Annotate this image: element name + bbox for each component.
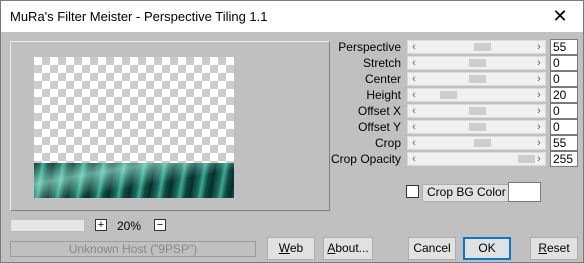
- param-slider[interactable]: ‹ ›: [407, 72, 546, 86]
- param-label: Center: [364, 72, 401, 86]
- right-arrow-icon[interactable]: ›: [533, 152, 545, 166]
- crop-bg-checkbox[interactable]: [406, 185, 419, 198]
- right-arrow-icon[interactable]: ›: [533, 88, 545, 102]
- param-slider[interactable]: ‹ ›: [407, 88, 546, 102]
- param-label: Stretch: [362, 56, 401, 70]
- zoom-slider[interactable]: [10, 219, 85, 232]
- left-arrow-icon[interactable]: ‹: [408, 88, 420, 102]
- zoom-in-button[interactable]: +: [95, 219, 107, 231]
- zoom-out-button[interactable]: −: [154, 219, 166, 231]
- param-label: Height: [366, 88, 401, 102]
- param-row: Perspective ‹ › 55: [1, 39, 584, 55]
- left-arrow-icon[interactable]: ‹: [408, 136, 420, 150]
- title-bar: MuRa's Filter Meister - Perspective Tili…: [1, 1, 583, 32]
- param-label: Offset X: [357, 104, 401, 118]
- slider-thumb[interactable]: [440, 91, 457, 99]
- param-slider[interactable]: ‹ ›: [407, 152, 546, 166]
- window-title: MuRa's Filter Meister - Perspective Tili…: [10, 9, 268, 24]
- web-button[interactable]: Web: [267, 237, 315, 260]
- left-arrow-icon[interactable]: ‹: [408, 104, 420, 118]
- param-slider[interactable]: ‹ ›: [407, 40, 546, 54]
- left-arrow-icon[interactable]: ‹: [408, 152, 420, 166]
- param-value-field[interactable]: 0: [550, 103, 578, 119]
- param-slider[interactable]: ‹ ›: [407, 104, 546, 118]
- param-label: Perspective: [338, 40, 401, 54]
- right-arrow-icon[interactable]: ›: [533, 136, 545, 150]
- param-slider[interactable]: ‹ ›: [407, 120, 546, 134]
- crop-bg-color-button[interactable]: Crop BG Color: [422, 184, 511, 202]
- right-arrow-icon[interactable]: ›: [533, 72, 545, 86]
- param-value-field[interactable]: 0: [550, 119, 578, 135]
- param-row: Crop Opacity ‹ › 255: [1, 151, 584, 167]
- param-value-field[interactable]: 0: [550, 71, 578, 87]
- slider-thumb[interactable]: [474, 43, 491, 51]
- slider-thumb[interactable]: [469, 75, 486, 83]
- param-row: Offset Y ‹ › 0: [1, 119, 584, 135]
- param-value-field[interactable]: 255: [550, 151, 578, 167]
- param-slider[interactable]: ‹ ›: [407, 56, 546, 70]
- slider-thumb[interactable]: [469, 123, 486, 131]
- right-arrow-icon[interactable]: ›: [533, 40, 545, 54]
- param-value-field[interactable]: 55: [550, 135, 578, 151]
- param-value-field[interactable]: 20: [550, 87, 578, 103]
- param-row: Height ‹ › 20: [1, 87, 584, 103]
- reset-button[interactable]: Reset: [530, 237, 578, 260]
- close-button[interactable]: ✕: [537, 1, 583, 32]
- slider-thumb[interactable]: [474, 139, 491, 147]
- host-status: Unknown Host ("9PSP"): [10, 241, 256, 257]
- right-arrow-icon[interactable]: ›: [533, 104, 545, 118]
- filter-dialog: MuRa's Filter Meister - Perspective Tili…: [0, 0, 584, 263]
- left-arrow-icon[interactable]: ‹: [408, 40, 420, 54]
- tiled-floor-preview: [34, 163, 234, 198]
- param-row: Stretch ‹ › 0: [1, 55, 584, 71]
- param-slider[interactable]: ‹ ›: [407, 136, 546, 150]
- cancel-button[interactable]: Cancel: [408, 237, 456, 260]
- param-label: Crop: [374, 136, 401, 150]
- about-button[interactable]: About...: [323, 237, 373, 260]
- zoom-value: 20%: [117, 219, 142, 233]
- param-value-field[interactable]: 0: [550, 55, 578, 71]
- right-arrow-icon[interactable]: ›: [533, 120, 545, 134]
- left-arrow-icon[interactable]: ‹: [408, 56, 420, 70]
- param-label: Crop Opacity: [330, 152, 401, 166]
- ok-button[interactable]: OK: [463, 237, 511, 260]
- slider-thumb[interactable]: [469, 59, 486, 67]
- close-icon: ✕: [552, 6, 568, 26]
- param-row: Center ‹ › 0: [1, 71, 584, 87]
- slider-thumb[interactable]: [469, 107, 486, 115]
- param-label: Offset Y: [358, 120, 401, 134]
- param-row: Crop ‹ › 55: [1, 135, 584, 151]
- left-arrow-icon[interactable]: ‹: [408, 72, 420, 86]
- right-arrow-icon[interactable]: ›: [533, 56, 545, 70]
- param-row: Offset X ‹ › 0: [1, 103, 584, 119]
- left-arrow-icon[interactable]: ‹: [408, 120, 420, 134]
- param-value-field[interactable]: 55: [550, 39, 578, 55]
- crop-bg-color-swatch[interactable]: [508, 182, 541, 202]
